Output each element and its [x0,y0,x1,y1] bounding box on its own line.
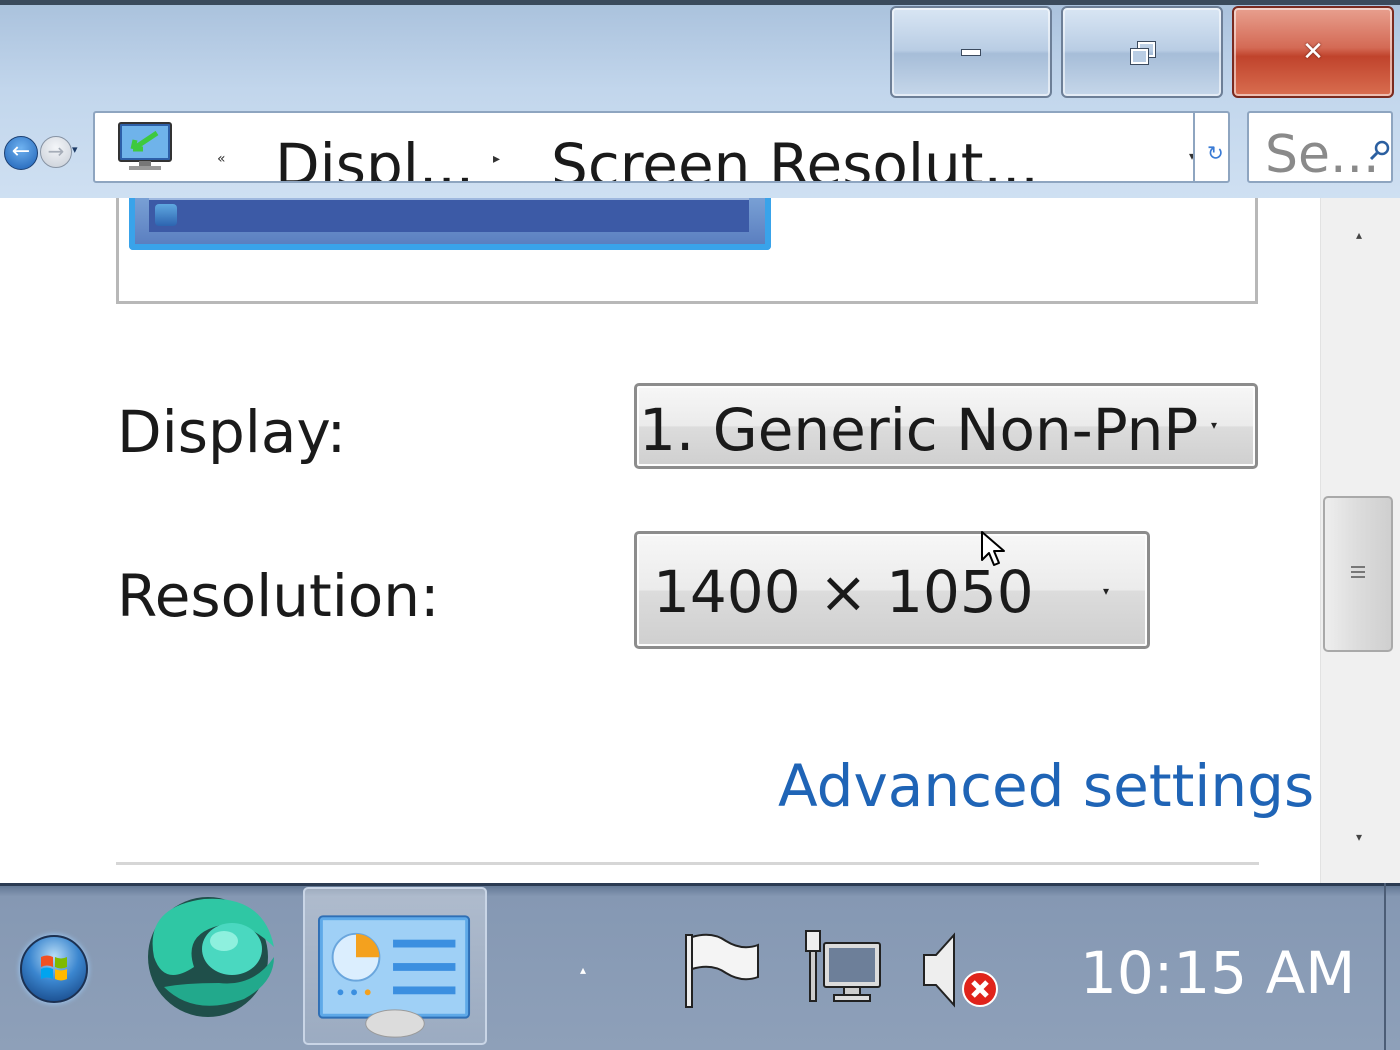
close-icon: ✕ [1302,37,1324,67]
minimize-icon [961,48,981,56]
resolution-select[interactable]: 1400 × 1050 ▾ [634,531,1150,649]
back-arrow-icon: ← [11,139,31,164]
search-icon[interactable] [1369,139,1391,161]
action-center-flag-icon[interactable] [682,931,762,1011]
minimize-button[interactable] [890,6,1052,98]
back-button[interactable]: ← [4,136,38,170]
mouse-cursor-icon [981,531,1005,566]
monitor-thumbnail-start-icon [155,204,177,226]
system-clock[interactable]: 10:15 AM [1080,939,1355,1007]
vertical-scrollbar[interactable]: ▴ ▾ [1320,198,1400,883]
chevron-down-icon: ▾ [1211,418,1218,432]
start-button[interactable] [20,935,88,1003]
monitor-thumbnail[interactable] [129,198,771,250]
address-divider [1193,113,1195,181]
advanced-settings-link[interactable]: Advanced settings [778,752,1314,820]
volume-muted-icon[interactable] [918,931,1002,1011]
display-select-value: 1. Generic Non-PnP [639,396,1199,464]
search-box[interactable]: Se... [1247,111,1393,183]
resolution-label: Resolution: [117,562,440,630]
restore-icon [1130,41,1156,65]
control-panel-taskbar-button[interactable] [303,887,487,1045]
refresh-icon[interactable]: ↻ [1207,141,1224,165]
scroll-up-button[interactable]: ▴ [1321,228,1397,242]
monitor-thumbnail-taskbar [149,198,749,232]
screen-resolution-content: Display: 1. Generic Non-PnP ▾ Resolution… [0,198,1320,883]
breadcrumb-separator[interactable]: ▸ [493,151,500,167]
scroll-grip-icon [1351,566,1365,580]
breadcrumb-display[interactable]: Displ... [275,131,474,181]
breadcrumb-overflow-chevron[interactable]: « [217,151,226,167]
section-divider [116,862,1259,865]
display-select[interactable]: 1. Generic Non-PnP ▾ [634,383,1258,469]
address-bar[interactable]: « Displ... ▸ Screen Resolut... ▾ ↻ [93,111,1230,183]
show-desktop-button[interactable] [1384,883,1400,1050]
taskbar: ▴ 10:15 AM [0,883,1400,1050]
forward-arrow-icon: → [47,139,65,163]
network-icon[interactable] [800,929,884,1009]
monitor-preview-area [116,198,1258,304]
control-panel-icon [318,915,471,1038]
close-button[interactable]: ✕ [1232,6,1394,98]
app-swirl-icon[interactable] [124,887,288,1021]
forward-button[interactable]: → [40,136,72,168]
show-hidden-icons-button[interactable]: ▴ [580,963,586,977]
display-label: Display: [117,398,347,466]
restore-button[interactable] [1061,6,1223,98]
recent-pages-dropdown[interactable]: ▾ [72,143,78,156]
windows-logo-icon [41,955,67,981]
chevron-down-icon: ▾ [1103,584,1110,598]
window-titlebar: ✕ ← → ▾ « Displ... ▸ Screen Resolut... ▾… [0,0,1400,200]
scroll-down-button[interactable]: ▾ [1321,830,1397,844]
breadcrumb-screen-resolution[interactable]: Screen Resolut... [551,131,1039,181]
scroll-thumb[interactable] [1323,496,1393,652]
display-settings-icon [118,122,172,170]
search-placeholder: Se... [1265,125,1380,183]
resolution-select-value: 1400 × 1050 [653,558,1034,626]
